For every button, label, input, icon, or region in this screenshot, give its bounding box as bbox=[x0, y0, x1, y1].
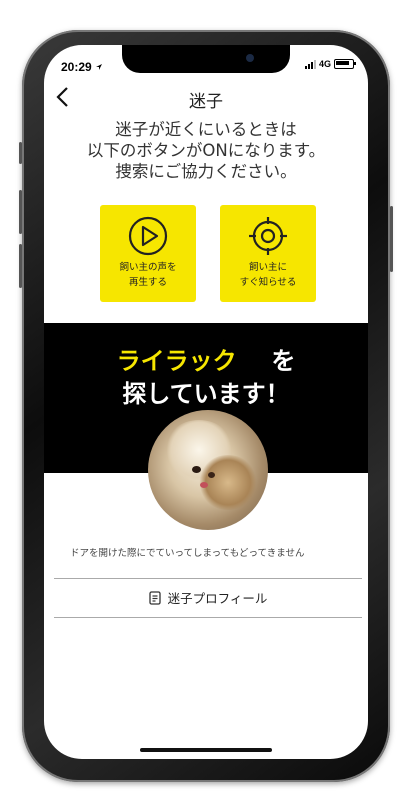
volume-up-button bbox=[19, 190, 22, 234]
signal-icon bbox=[304, 59, 316, 69]
intro-line-2: 以下のボタンがONになります。 bbox=[86, 141, 326, 160]
document-icon bbox=[148, 590, 161, 605]
status-time: 20:29 bbox=[61, 60, 103, 74]
network-type: 4G bbox=[318, 59, 331, 69]
play-owner-voice-button[interactable]: 飼い主の声を 再生する bbox=[100, 205, 196, 302]
notify-label-1: 飼い主に bbox=[248, 262, 287, 273]
intro-message: 迷子が近くにいるときは 以下のボタンがONになります。 捜索にご協力ください。 bbox=[44, 119, 368, 182]
banner-particle: を bbox=[271, 347, 296, 375]
page-title: 迷子 bbox=[189, 92, 223, 112]
intro-line-1: 迷子が近くにいるときは bbox=[115, 120, 297, 139]
notify-owner-button[interactable]: 飼い主に すぐ知らせる bbox=[220, 205, 316, 302]
power-button bbox=[390, 206, 393, 272]
crosshair-icon bbox=[249, 217, 287, 255]
missing-profile-link[interactable]: 迷子プロフィール bbox=[54, 578, 362, 617]
app-screen: 20:29 4G 迷子 迷子が近くにいるときは 以下のボタンがONになります。 … bbox=[44, 45, 368, 759]
status-indicators: 4G bbox=[304, 59, 356, 69]
play-voice-label-2: 再生する bbox=[128, 277, 167, 288]
pet-name: ライラック bbox=[116, 347, 237, 375]
location-arrow-icon bbox=[96, 64, 103, 70]
pet-description: ドアを開けた際にでていってしまってもどってきません bbox=[70, 548, 305, 559]
divider-bottom bbox=[54, 617, 362, 618]
volume-down-button bbox=[19, 244, 22, 288]
notch bbox=[122, 45, 290, 73]
home-indicator[interactable] bbox=[140, 748, 272, 752]
banner-subline: 探しています！ bbox=[122, 380, 290, 408]
front-camera bbox=[246, 54, 254, 62]
notify-label-2: すぐ知らせる bbox=[239, 277, 297, 288]
play-circle-icon bbox=[128, 216, 168, 256]
banner-headline: ライラック を bbox=[44, 341, 368, 376]
intro-line-3: 捜索にご協力ください。 bbox=[115, 162, 297, 181]
pet-avatar bbox=[148, 410, 268, 530]
mute-switch bbox=[19, 142, 22, 164]
battery-icon bbox=[334, 59, 356, 69]
play-voice-label-1: 飼い主の声を bbox=[119, 262, 177, 273]
profile-link-label: 迷子プロフィール bbox=[167, 591, 268, 606]
